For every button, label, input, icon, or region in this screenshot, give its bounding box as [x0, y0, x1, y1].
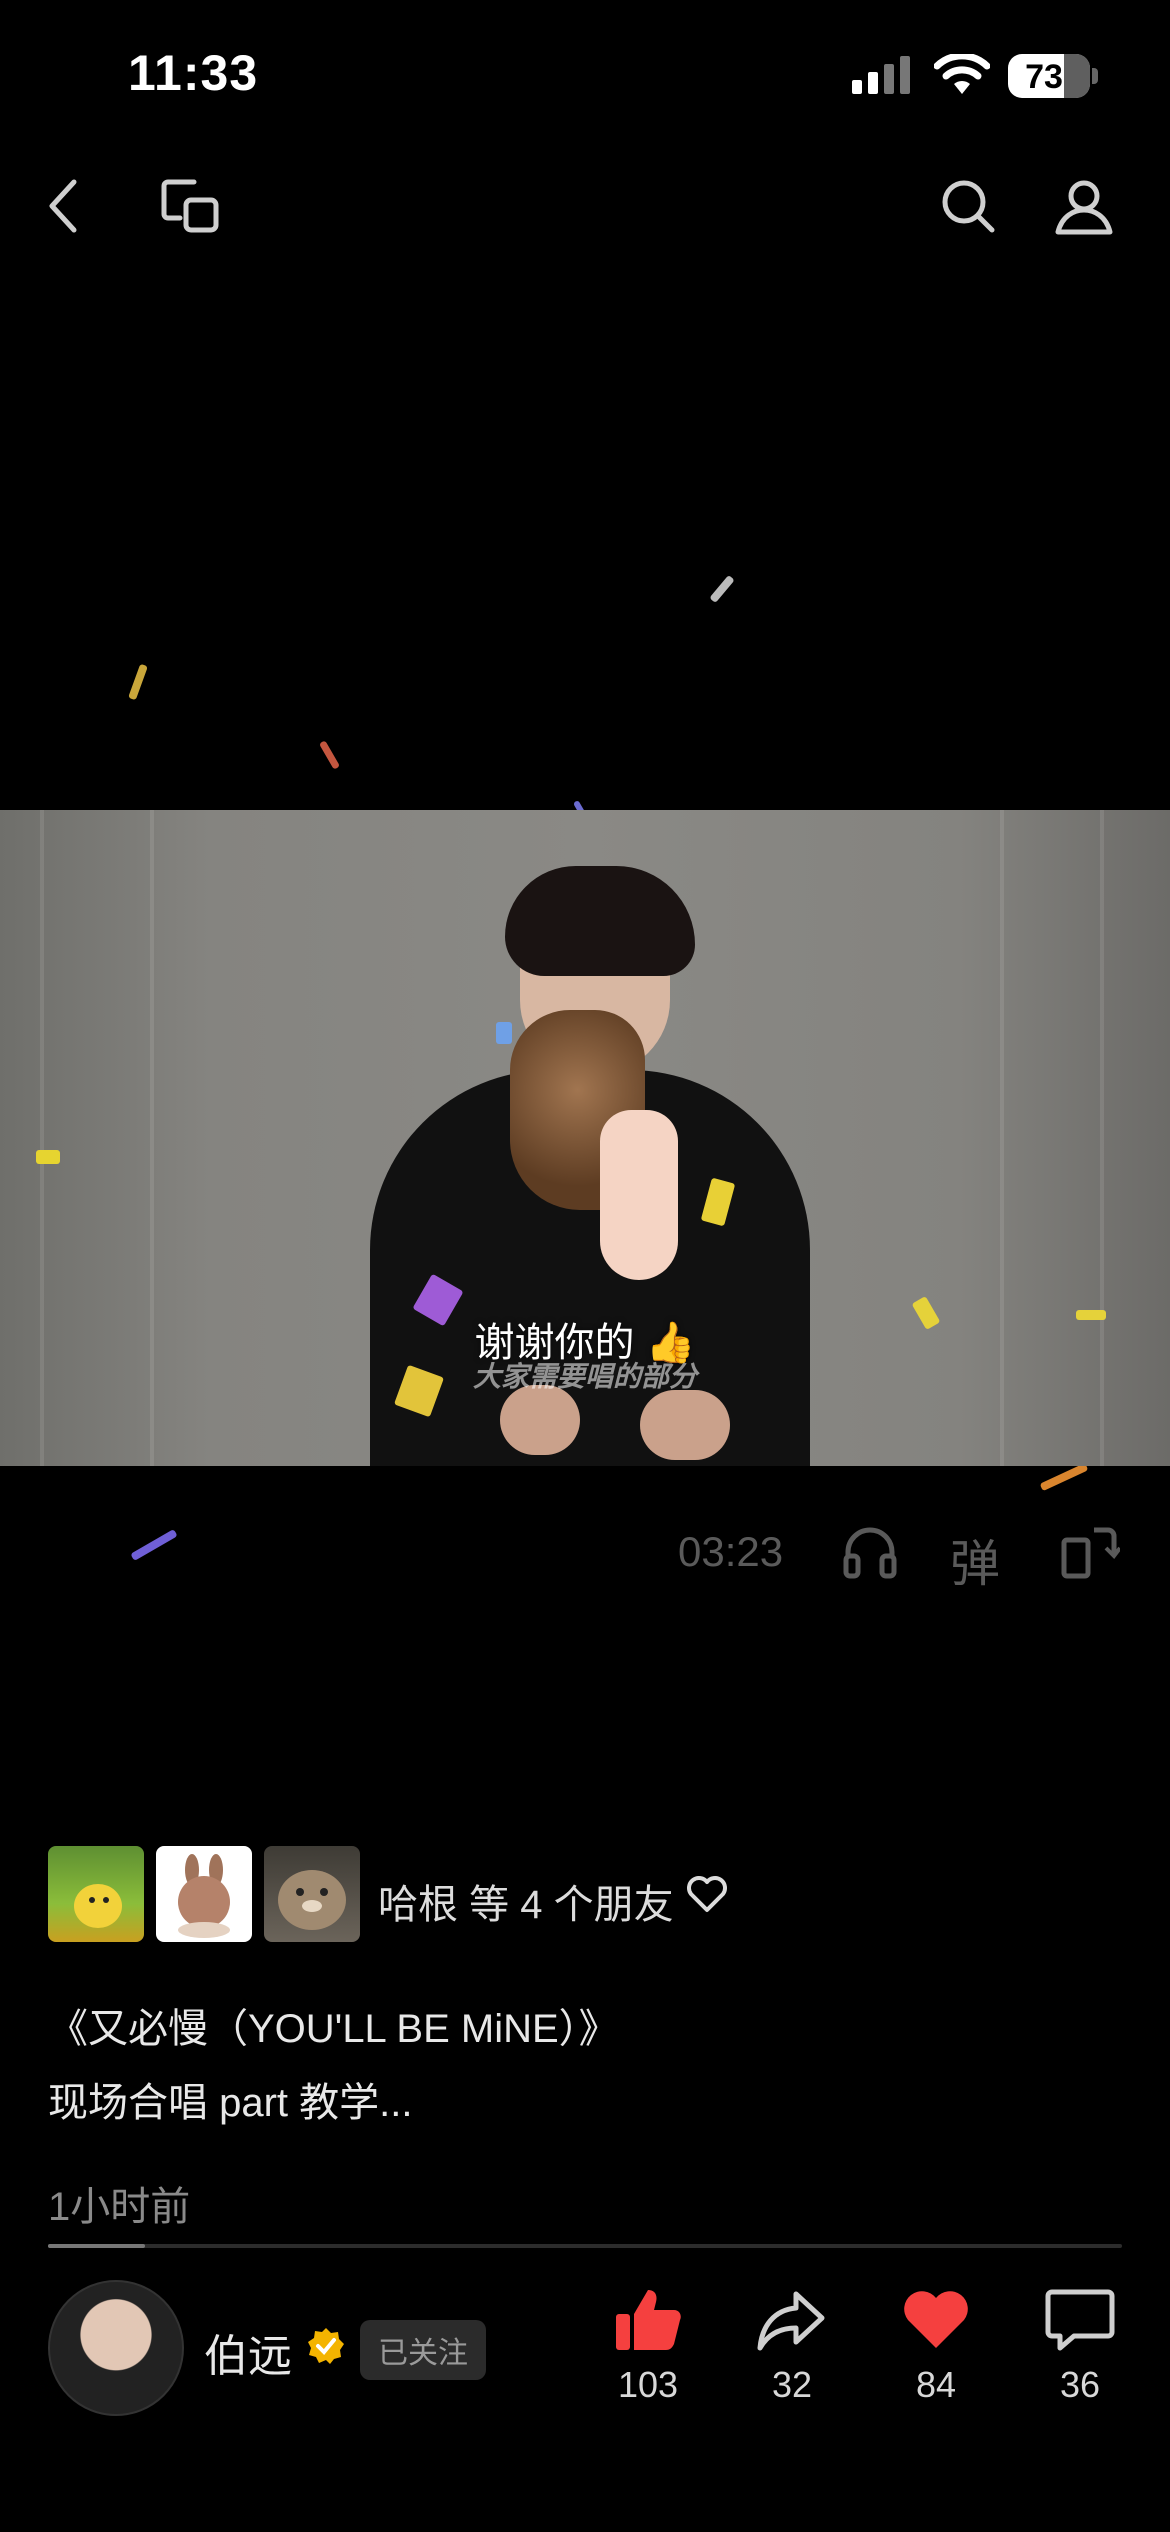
friend-avatar[interactable]	[48, 1846, 144, 1942]
confetti	[496, 1022, 512, 1044]
confetti	[130, 1529, 178, 1561]
confetti	[709, 574, 735, 604]
friends-liked-text[interactable]: 哈根 等 4 个朋友	[378, 1872, 674, 1930]
author-avatar[interactable]	[48, 2280, 184, 2416]
confetti	[36, 1150, 60, 1164]
video-progress-bar[interactable]	[48, 2244, 1122, 2248]
hand-sticker	[600, 1110, 678, 1280]
friend-avatar[interactable]	[264, 1846, 360, 1942]
video-player[interactable]: 谢谢你的 👍 大家需要唱的部分	[0, 810, 1170, 1466]
wifi-icon	[934, 54, 990, 96]
back-button[interactable]	[44, 176, 84, 236]
heart-outline-icon	[686, 1874, 728, 1914]
comment-icon	[1045, 2289, 1115, 2351]
video-progress-fill	[48, 2244, 145, 2248]
confetti	[128, 663, 148, 701]
share-button[interactable]: 32	[742, 2286, 842, 2406]
post-subtitle[interactable]: 现场合唱 part 教学...	[48, 2070, 413, 2128]
comment-button[interactable]: 36	[1030, 2286, 1130, 2406]
thumbs-up-icon	[616, 2290, 681, 2350]
headphone-icon[interactable]	[842, 1524, 898, 1580]
confetti	[318, 740, 341, 770]
battery-tip	[1092, 68, 1098, 84]
battery-indicator: 73	[1008, 54, 1090, 98]
friend-avatar[interactable]	[156, 1846, 252, 1942]
video-caption-sub: 大家需要唱的部分	[472, 1361, 697, 1392]
favorite-count: 84	[915, 2364, 957, 2405]
rotate-screen-icon[interactable]	[1060, 1524, 1120, 1580]
comment-count: 36	[1059, 2364, 1101, 2405]
follow-status-button[interactable]: 已关注	[360, 2320, 486, 2380]
post-time: 1小时前	[48, 2185, 191, 2229]
post-title: 《又必慢（YOU'LL BE MiNE）》	[48, 2007, 619, 2051]
picture-in-picture-icon[interactable]	[160, 176, 224, 236]
verified-badge-icon	[306, 2326, 346, 2366]
user-icon[interactable]	[1054, 176, 1114, 236]
like-button[interactable]: 103	[598, 2286, 698, 2406]
video-duration: 03:23	[678, 1528, 784, 1575]
battery-level: 73	[1025, 58, 1063, 96]
share-icon	[757, 2291, 825, 2351]
like-count: 103	[617, 2364, 679, 2405]
search-icon[interactable]	[938, 176, 998, 236]
share-count: 32	[771, 2364, 813, 2405]
danmu-toggle[interactable]: 弹	[950, 1524, 1000, 1596]
confetti	[1039, 1462, 1089, 1492]
heart-filled-icon	[904, 2291, 968, 2348]
status-time: 11:33	[128, 45, 259, 101]
cellular-signal-icon	[852, 56, 916, 96]
author-name[interactable]: 伯远	[204, 2320, 292, 2384]
favorite-button[interactable]: 84	[886, 2286, 986, 2406]
